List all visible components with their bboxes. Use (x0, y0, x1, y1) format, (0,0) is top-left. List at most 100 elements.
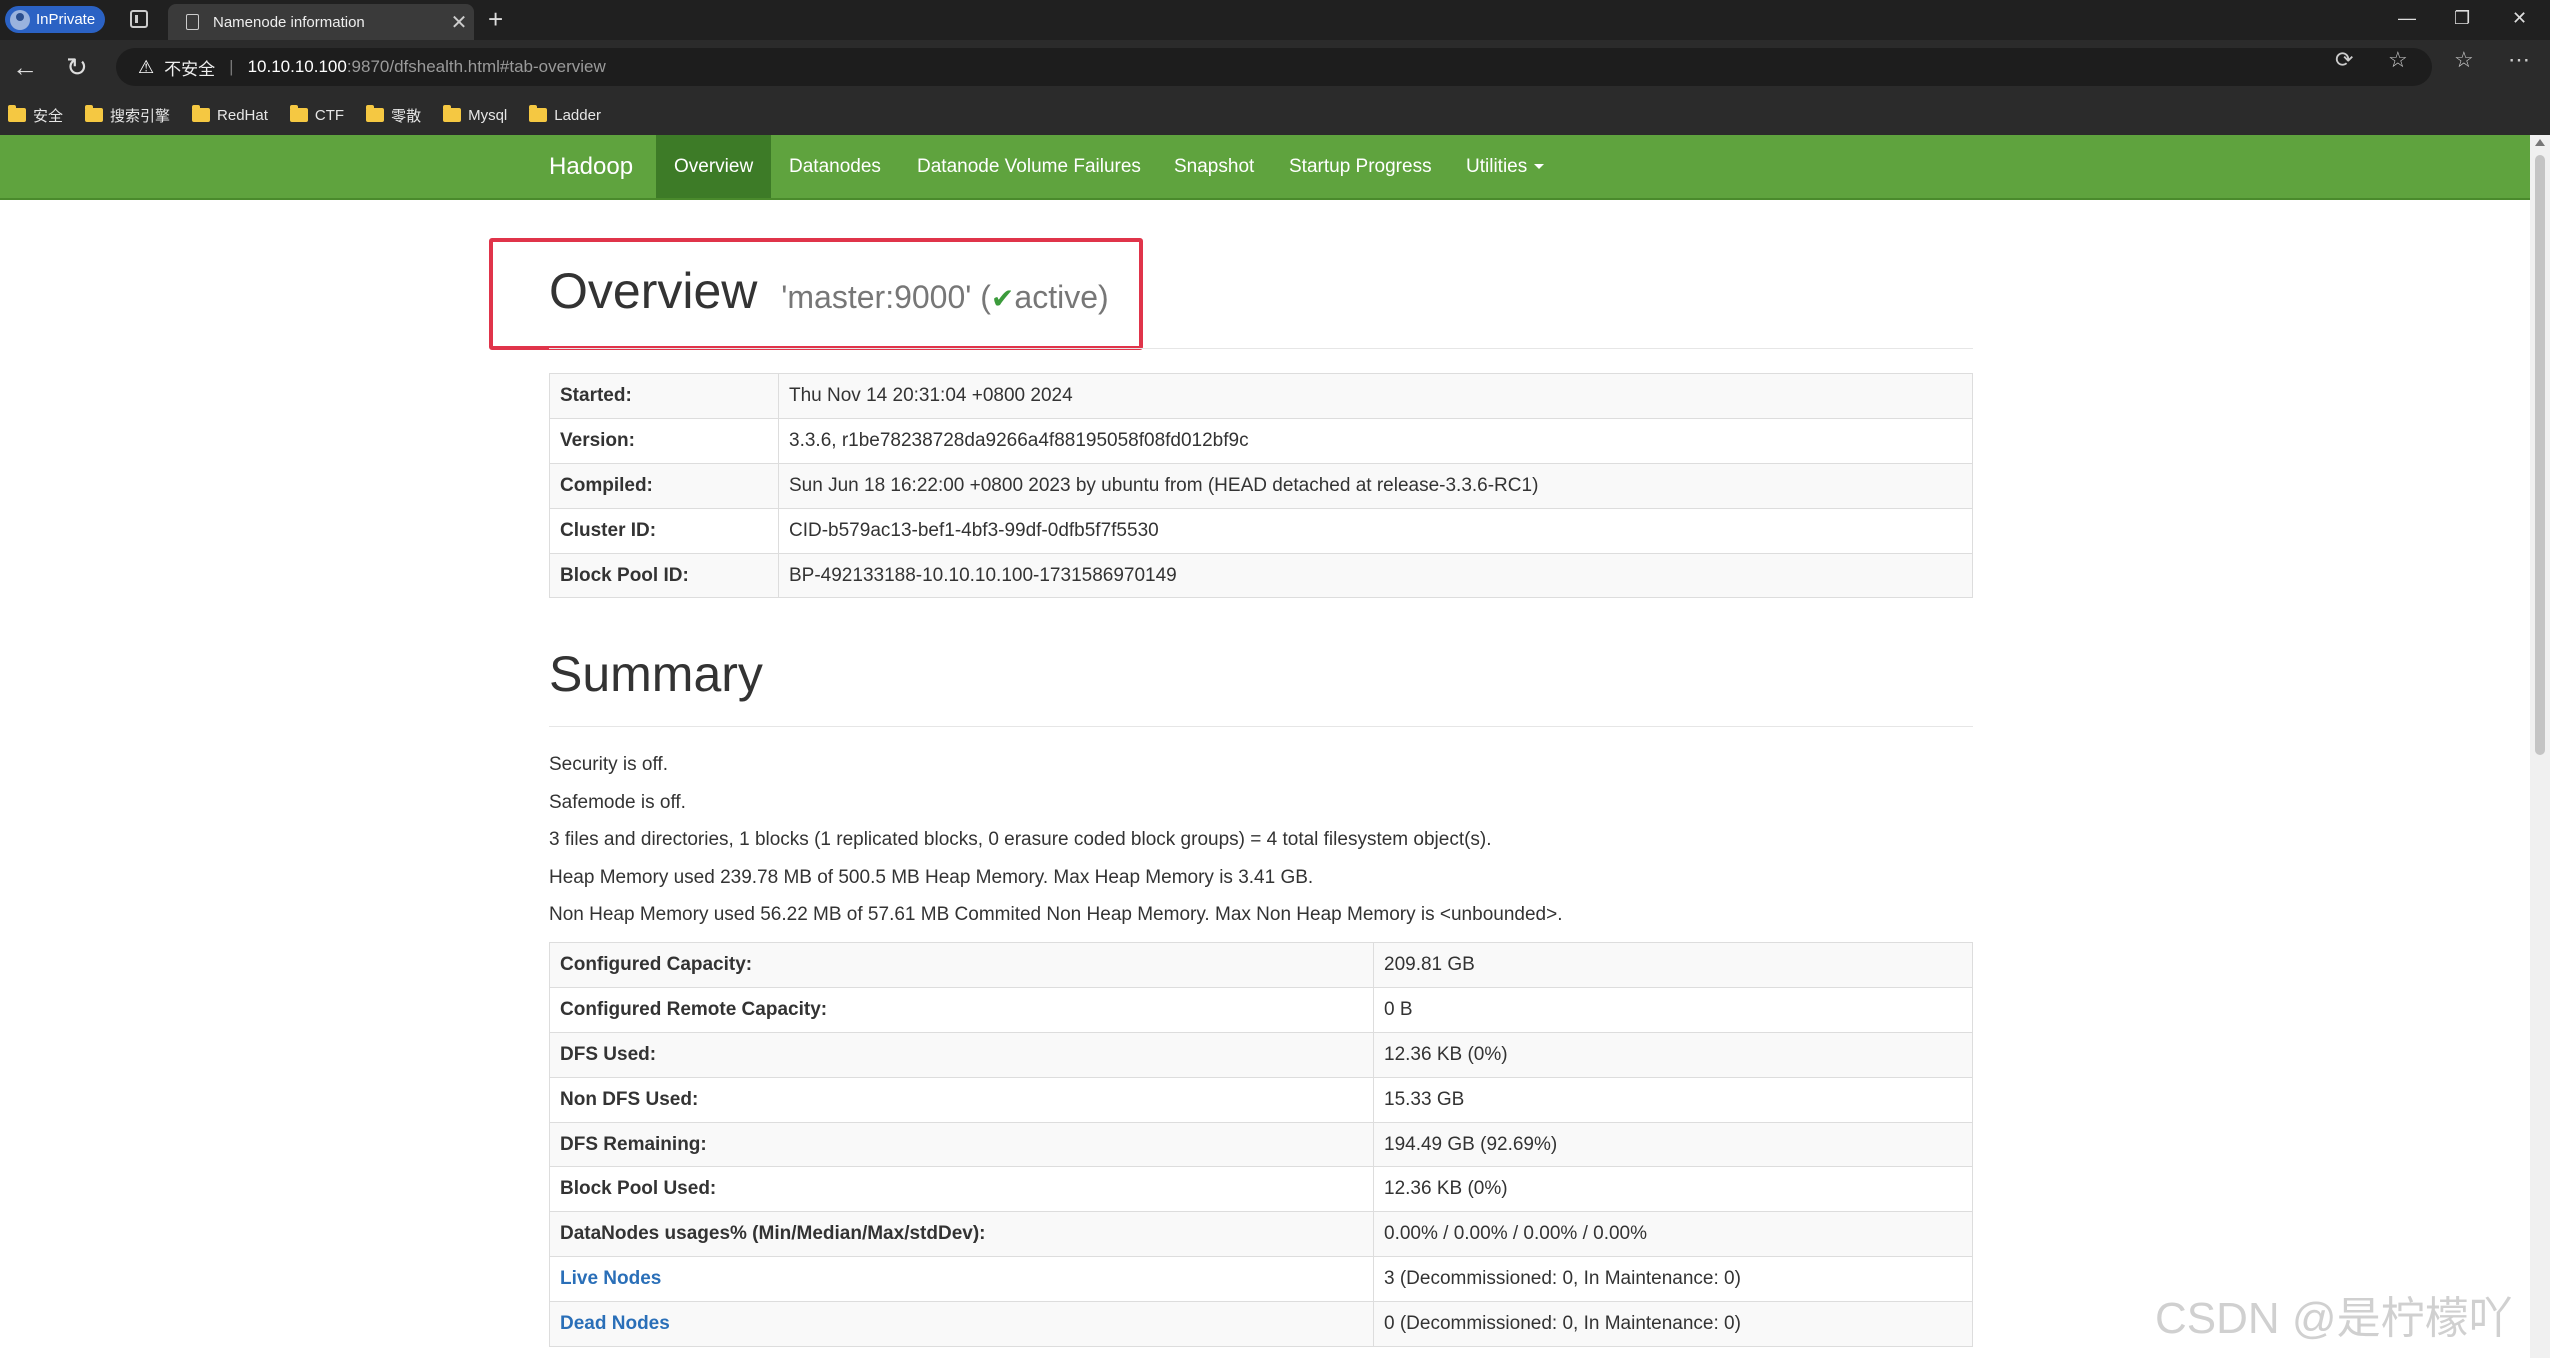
browser-toolbar: ← ↻ ⚠ 不安全 | 10.10.10.100:9870/dfshealth.… (0, 40, 2550, 95)
url-host: 10.10.10.100 (247, 57, 347, 76)
row-key: Started: (549, 373, 779, 419)
overview-table: Started: Thu Nov 14 20:31:04 +0800 2024 V… (549, 373, 1973, 599)
back-arrow-icon[interactable]: ← (12, 52, 38, 83)
table-row: DFS Remaining: 194.49 GB (92.69%) (549, 1121, 1973, 1168)
nav-overview[interactable]: Overview (656, 135, 772, 198)
namenode-status: active (1014, 279, 1098, 315)
row-value: 0 B (1373, 986, 1973, 1033)
favorite-star-icon[interactable]: ☆ (2388, 47, 2408, 73)
overview-divider (549, 348, 1973, 349)
safemode-status: Safemode is off. (549, 792, 686, 813)
table-row: Non DFS Used: 15.33 GB (549, 1076, 1973, 1123)
row-value: 0 (Decommissioned: 0, In Maintenance: 0) (1373, 1301, 1973, 1348)
row-value: 3.3.6, r1be78238728da9266a4f88195058f08f… (778, 417, 1973, 464)
bookmark-folder[interactable]: RedHat (192, 105, 268, 124)
check-icon: ✔ (990, 283, 1015, 314)
site-app-icon[interactable]: ⟳ (2335, 47, 2353, 73)
restore-icon[interactable]: ❐ (2454, 8, 2470, 29)
bookmark-label: CTF (314, 106, 345, 124)
browser-tab[interactable]: Namenode information ✕ (168, 4, 474, 40)
browser-tab-bar: InPrivate Namenode information ✕ + — ❐ ✕ (0, 0, 2550, 40)
table-row: Configured Capacity: 209.81 GB (549, 942, 1973, 988)
bookmark-folder[interactable]: Mysql (443, 105, 508, 124)
bookmark-folder[interactable]: Ladder (529, 105, 601, 124)
folder-icon (85, 105, 104, 122)
table-row: Cluster ID: CID-b579ac13-bef1-4bf3-99df-0… (549, 507, 1973, 554)
tab-actions-icon[interactable] (130, 10, 148, 28)
nav-datanode-volume-failures[interactable]: Datanode Volume Failures (899, 135, 1159, 198)
nav-datanodes[interactable]: Datanodes (771, 135, 899, 198)
live-nodes-link[interactable]: Live Nodes (560, 1268, 661, 1289)
nav-snapshot[interactable]: Snapshot (1156, 135, 1272, 198)
bookmark-label: 安全 (33, 107, 64, 125)
row-value: 12.36 KB (0%) (1373, 1031, 1973, 1078)
row-value: CID-b579ac13-bef1-4bf3-99df-0dfb5f7f5530 (778, 507, 1973, 554)
page-icon (186, 14, 199, 30)
status-paren-close: ) (1097, 279, 1109, 315)
summary-heading: Summary (549, 646, 763, 702)
bookmark-folder[interactable]: 搜索引擎 (85, 105, 170, 126)
tab-close-icon[interactable]: ✕ (444, 10, 474, 35)
csdn-watermark: CSDN @是柠檬吖 (2155, 1294, 2513, 1343)
table-row: Compiled: Sun Jun 18 16:22:00 +0800 2023 … (549, 462, 1973, 509)
bookmark-folder[interactable]: CTF (289, 105, 345, 124)
row-key: Block Pool Used: (549, 1166, 1374, 1213)
scroll-up-arrow-icon[interactable] (2535, 139, 2545, 146)
heap-memory: Heap Memory used 239.78 MB of 500.5 MB H… (549, 867, 1314, 888)
row-value: 15.33 GB (1373, 1076, 1973, 1123)
caret-down-icon (1534, 164, 1545, 170)
bookmark-label: Ladder (554, 106, 601, 124)
filesystem-objects: 3 files and directories, 1 blocks (1 rep… (549, 829, 1492, 850)
more-menu-icon[interactable]: ⋯ (2508, 47, 2530, 73)
non-heap-memory: Non Heap Memory used 56.22 MB of 57.61 M… (549, 904, 1563, 925)
summary-table: Configured Capacity: 209.81 GB Configured… (549, 942, 1973, 1348)
row-key: DataNodes usages% (Min/Median/Max/stdDev… (549, 1211, 1374, 1258)
new-tab-button[interactable]: + (488, 4, 503, 35)
page-scrollbar[interactable] (2530, 135, 2550, 1358)
brand-logo[interactable]: Hadoop (549, 135, 633, 198)
address-bar[interactable]: ⚠ 不安全 | 10.10.10.100:9870/dfshealth.html… (116, 48, 2432, 86)
row-value: Thu Nov 14 20:31:04 +0800 2024 (778, 373, 1973, 419)
bookmark-folder[interactable]: 零散 (366, 105, 421, 126)
row-value: 0.00% / 0.00% / 0.00% / 0.00% (1373, 1211, 1973, 1258)
bookmark-label: Mysql (468, 106, 508, 124)
row-key: Configured Capacity: (549, 942, 1374, 988)
not-secure-label: 不安全 (164, 59, 216, 79)
row-key: DFS Remaining: (549, 1121, 1374, 1168)
security-status: Security is off. (549, 754, 668, 775)
table-row: DFS Used: 12.36 KB (0%) (549, 1031, 1973, 1078)
row-value: 209.81 GB (1373, 942, 1973, 988)
folder-icon (192, 105, 211, 122)
table-row: Live Nodes 3 (Decommissioned: 0, In Maint… (549, 1256, 1973, 1303)
nav-startup-progress[interactable]: Startup Progress (1271, 135, 1450, 198)
inprivate-label: InPrivate (36, 11, 96, 28)
row-key: Non DFS Used: (549, 1076, 1374, 1123)
row-value: BP-492133188-10.10.10.100-1731586970149 (778, 552, 1973, 599)
row-key: Block Pool ID: (549, 552, 779, 599)
profile-avatar-icon (10, 9, 30, 30)
table-row: Block Pool ID: BP-492133188-10.10.10.100-… (549, 552, 1973, 599)
inprivate-badge[interactable]: InPrivate (5, 6, 106, 33)
favorites-list-icon[interactable]: ☆ (2454, 47, 2474, 73)
summary-divider (549, 726, 1973, 727)
table-row: Configured Remote Capacity: 0 B (549, 986, 1973, 1033)
namenode-host: 'master:9000' (781, 279, 972, 315)
row-key: Configured Remote Capacity: (549, 986, 1374, 1033)
scrollbar-thumb[interactable] (2535, 155, 2545, 755)
nav-utilities-dropdown[interactable]: Utilities (1448, 135, 1562, 198)
table-row: DataNodes usages% (Min/Median/Max/stdDev… (549, 1211, 1973, 1258)
bookmark-folder[interactable]: 安全 (8, 105, 63, 126)
warning-triangle-icon: ⚠ (138, 56, 155, 77)
row-key: Compiled: (549, 462, 779, 509)
refresh-icon[interactable]: ↻ (66, 52, 88, 83)
minimize-icon[interactable]: — (2398, 8, 2416, 29)
folder-icon (529, 105, 548, 122)
row-key: Cluster ID: (549, 507, 779, 554)
dead-nodes-link[interactable]: Dead Nodes (560, 1313, 670, 1334)
url-path: :9870/dfshealth.html#tab-overview (346, 57, 606, 76)
row-key-cell: Live Nodes (549, 1256, 1374, 1303)
hadoop-navbar: Hadoop Overview Datanodes Datanode Volum… (0, 135, 2530, 200)
address-separator: | (229, 57, 234, 76)
window-close-icon[interactable]: ✕ (2512, 8, 2527, 29)
folder-icon (289, 105, 308, 122)
